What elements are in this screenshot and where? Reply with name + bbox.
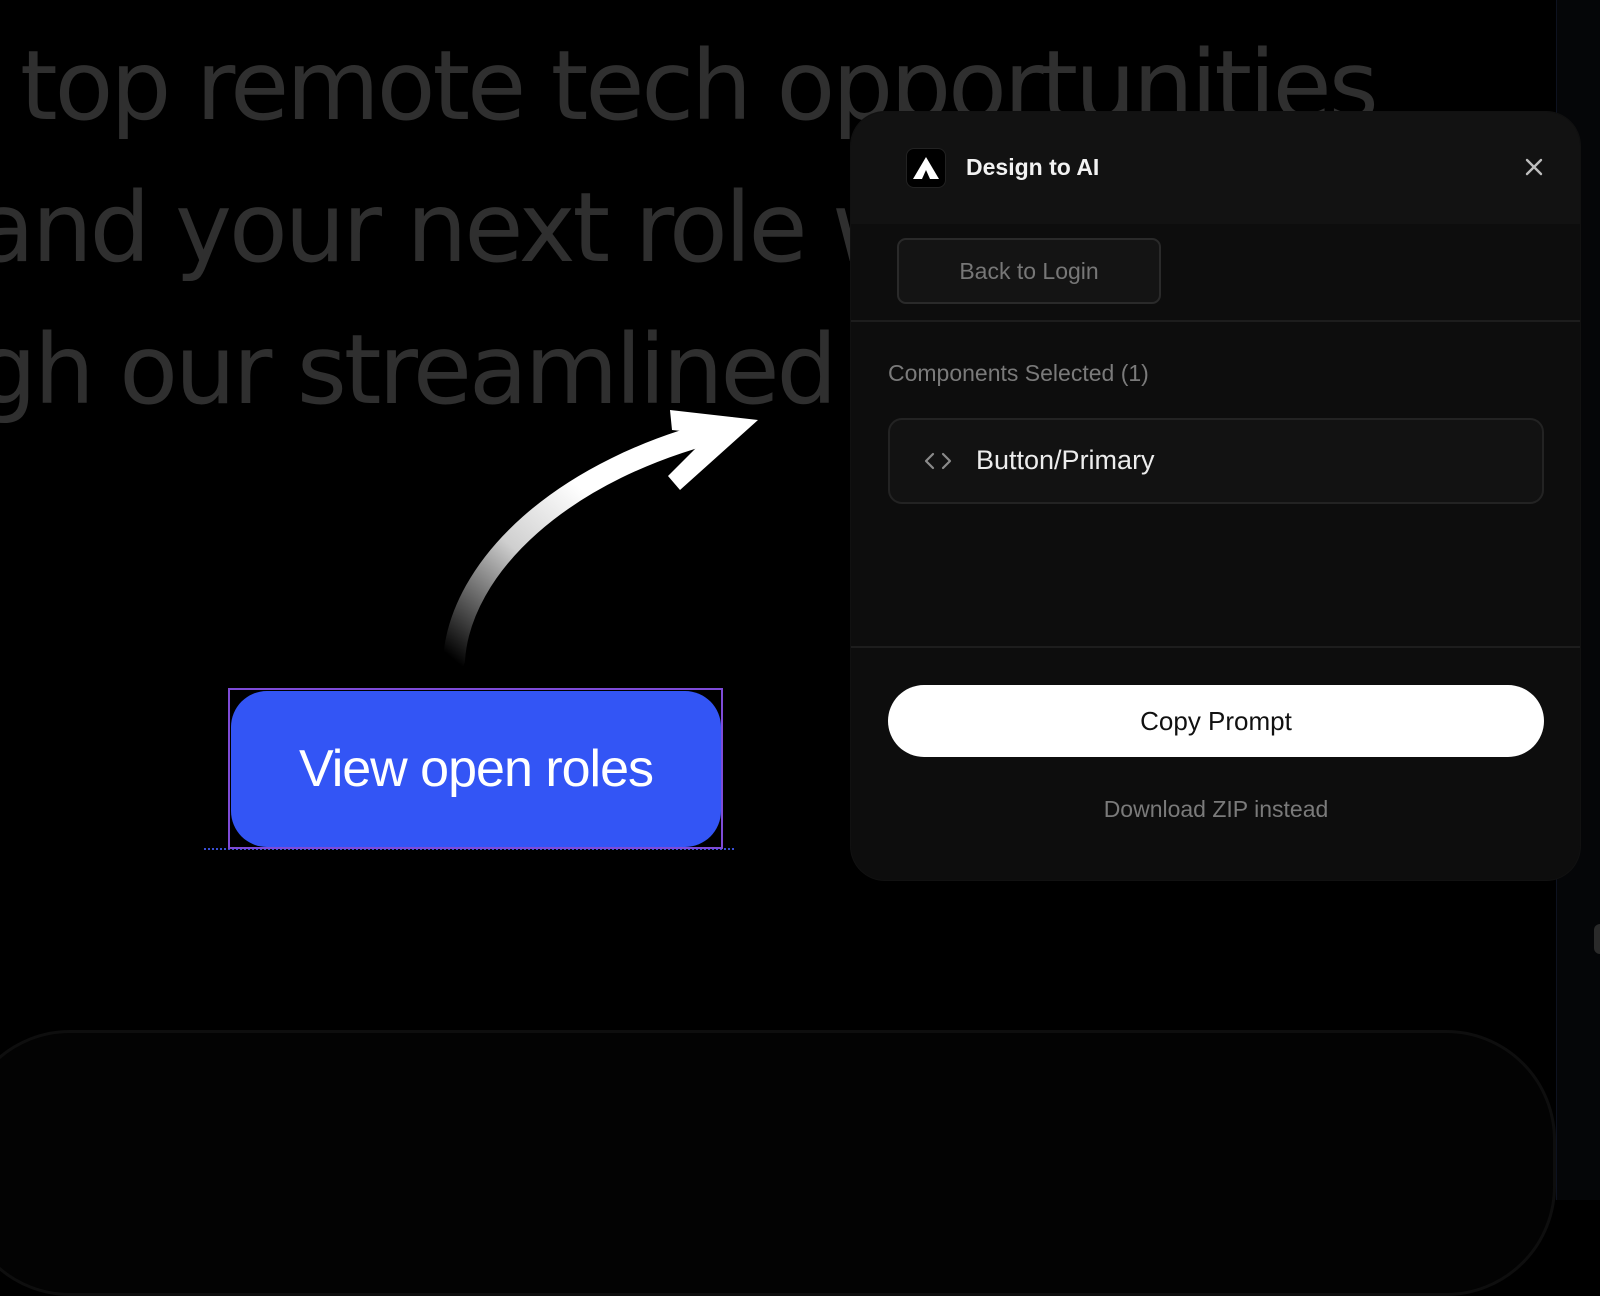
logo-icon	[906, 148, 946, 188]
components-selected-label: Components Selected (1)	[888, 360, 1149, 386]
back-to-login-button[interactable]: Back to Login	[897, 238, 1161, 304]
copy-prompt-button[interactable]: Copy Prompt	[888, 685, 1544, 757]
curved-arrow-icon	[443, 410, 758, 671]
code-icon	[924, 452, 952, 470]
component-item-button-primary[interactable]: Button/Primary	[888, 418, 1544, 504]
canvas-scroll-handle[interactable]	[1594, 924, 1600, 954]
hero-line-2: and your next role w	[0, 172, 911, 284]
panel-title: Design to AI	[966, 154, 1100, 180]
design-to-ai-panel: Design to AI Back to Login Components Se…	[851, 112, 1580, 880]
bottom-card	[0, 1030, 1556, 1296]
close-button[interactable]	[1519, 152, 1549, 182]
selection-frame	[228, 688, 723, 849]
panel-header: Design to AI	[851, 112, 1580, 224]
divider	[851, 646, 1580, 648]
component-name: Button/Primary	[976, 445, 1155, 475]
close-icon	[1525, 158, 1543, 176]
download-zip-link[interactable]: Download ZIP instead	[888, 796, 1544, 823]
divider	[851, 320, 1580, 322]
